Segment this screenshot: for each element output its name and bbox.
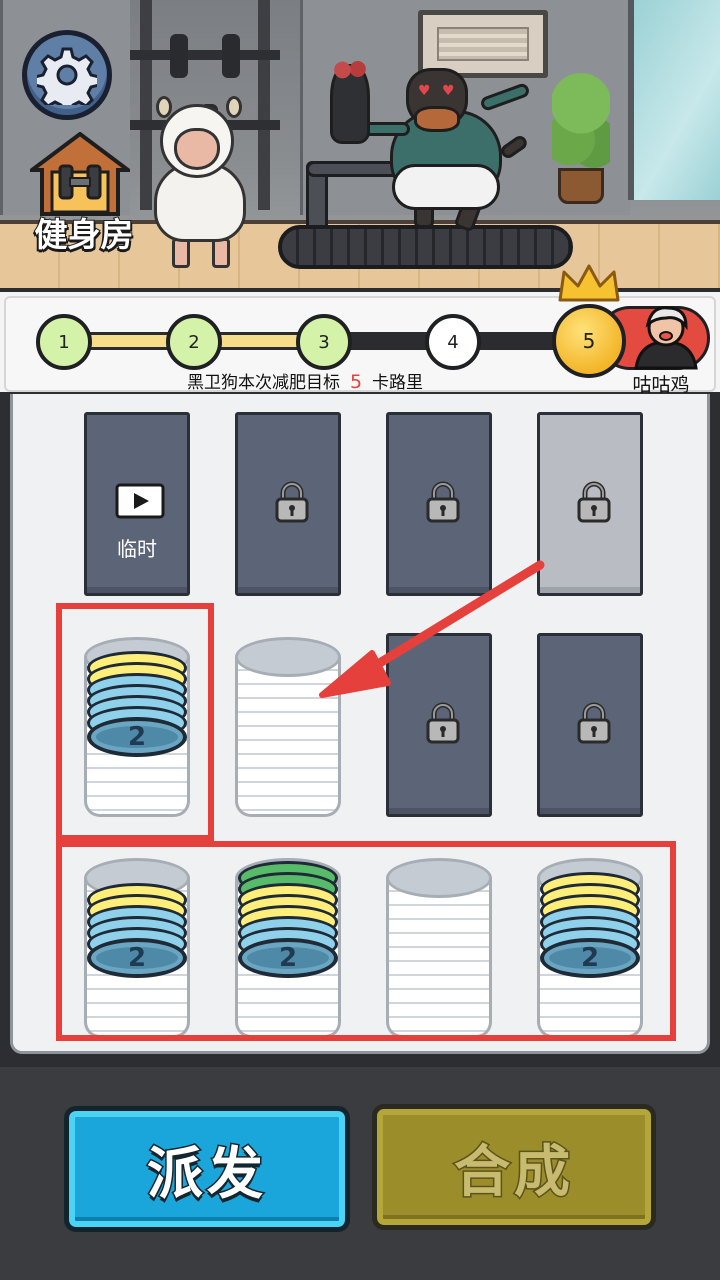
goal-suffix: 卡路里 — [372, 373, 424, 393]
dispatch-label: 派发 — [146, 1140, 267, 1208]
milestone-5-final: 5 — [552, 304, 626, 378]
lock-icon — [275, 481, 309, 523]
lock-icon — [426, 481, 460, 523]
black-dog-character: ♥ ♥ — [330, 60, 531, 235]
tutorial-highlight-bottom — [56, 841, 676, 1041]
arrow-icon — [319, 560, 545, 698]
settings-button[interactable] — [22, 30, 112, 120]
progress-panel: 1 2 3 4 5 咕咕鸡 黑卫狗本次减肥目标 5 卡路里 — [0, 264, 720, 396]
window-glass — [628, 0, 720, 200]
lock-icon — [577, 481, 611, 523]
lock-icon — [577, 702, 611, 744]
dispatch-button[interactable]: 派发 — [64, 1106, 350, 1232]
temp-slot[interactable]: 临时 — [84, 412, 190, 596]
sheep-character — [150, 92, 250, 270]
merge-label: 合成 — [453, 1138, 574, 1206]
gear-icon — [37, 47, 97, 105]
gym-button[interactable]: 健身房 — [20, 132, 148, 256]
boss-avatar — [634, 306, 698, 370]
tutorial-highlight-left — [56, 603, 214, 841]
video-icon — [115, 483, 165, 519]
crown-icon — [558, 264, 620, 302]
milestone-3: 3 — [296, 314, 352, 370]
goal-value: 5 — [349, 371, 363, 393]
milestone-2: 2 — [166, 314, 222, 370]
goal-text: 黑卫狗本次减肥目标 5 卡路里 — [0, 368, 610, 393]
milestone-4: 4 — [425, 314, 481, 370]
merge-button[interactable]: 合成 — [372, 1104, 656, 1230]
lock-icon — [426, 702, 460, 744]
temp-slot-label: 临时 — [117, 537, 157, 561]
gym-label: 健身房 — [34, 214, 135, 255]
milestone-1: 1 — [36, 314, 92, 370]
goal-prefix: 黑卫狗本次减肥目标 — [186, 373, 340, 393]
gym-house-icon — [30, 132, 130, 216]
boss-name: 咕咕鸡 — [632, 374, 690, 396]
